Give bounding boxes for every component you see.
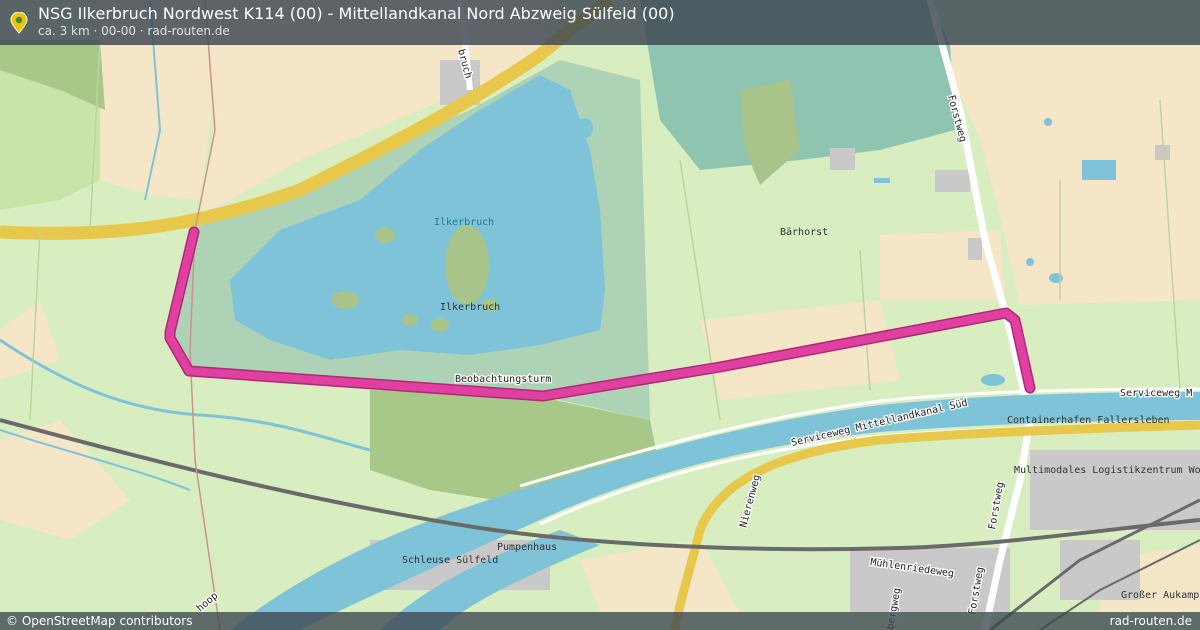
osm-attribution-link[interactable]: © OpenStreetMap contributors xyxy=(6,612,192,630)
label-ilkerbruch: Ilkerbruch xyxy=(440,302,500,313)
brand-link[interactable]: rad-routen.de xyxy=(1110,612,1192,630)
label-logistikzentrum: Multimodales Logistikzentrum Wo xyxy=(1014,465,1200,476)
label-pumpenhaus: Pumpenhaus xyxy=(497,542,557,553)
label-schleuse-suelfeld: Schleuse Sülfeld xyxy=(402,555,498,566)
label-beobachtungsturm: Beobachtungsturm xyxy=(455,374,551,385)
route-header: NSG Ilkerbruch Nordwest K114 (00) - Mitt… xyxy=(0,0,1200,45)
map-footer: © OpenStreetMap contributors rad-routen.… xyxy=(0,612,1200,630)
label-containerhafen: Containerhafen Fallersleben xyxy=(1007,415,1170,426)
label-ilkerbruch-water: Ilkerbruch xyxy=(434,217,494,228)
map-canvas[interactable]: Ilkerbruch Ilkerbruch Bärhorst Beobachtu… xyxy=(0,0,1200,630)
label-serviceweg-m: Serviceweg M xyxy=(1120,388,1192,399)
route-subtitle: ca. 3 km · 00-00 · rad-routen.de xyxy=(38,24,230,38)
label-grosser-aukamp: Großer Aukamp xyxy=(1121,590,1199,601)
route-title: NSG Ilkerbruch Nordwest K114 (00) - Mitt… xyxy=(38,4,675,23)
map-pin-icon xyxy=(10,12,28,34)
label-baerhorst: Bärhorst xyxy=(780,227,828,238)
